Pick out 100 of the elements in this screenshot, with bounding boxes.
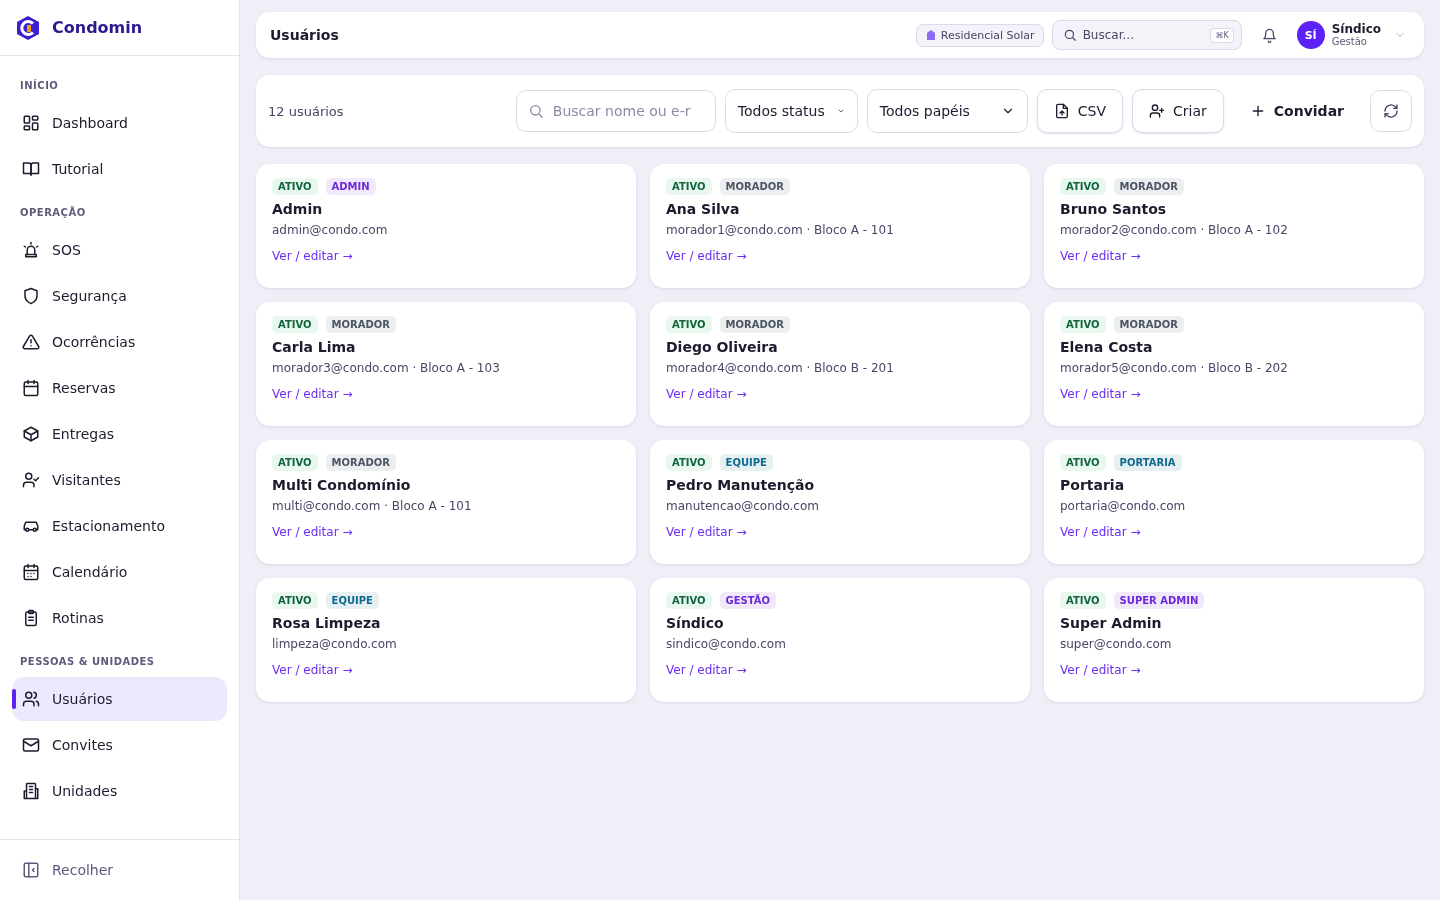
sidebar-item[interactable]: Tutorial (12, 147, 227, 191)
edit-link[interactable]: Ver / editar → (666, 663, 747, 677)
user-name: Carla Lima (272, 339, 356, 355)
section-label: INÍCIO (19, 78, 60, 93)
edit-link[interactable]: Ver / editar → (272, 663, 353, 677)
edit-link[interactable]: Ver / editar → (272, 249, 353, 263)
status-tag: ATIVO (666, 454, 712, 471)
user-role: Gestão (1331, 36, 1368, 48)
role-tag: MORADOR (325, 316, 396, 333)
status-tag: ATIVO (666, 178, 712, 195)
edit-link[interactable]: Ver / editar → (272, 387, 353, 401)
role-dropdown[interactable]: Todos papéis (866, 89, 1028, 133)
user-name: Pedro Manutenção (666, 477, 814, 493)
role-tag: PORTARIA (1113, 454, 1182, 471)
user-email: multi@condo.com · Bloco A - 101 (272, 499, 472, 513)
edit-link[interactable]: Ver / editar → (272, 525, 353, 539)
user-name: Super Admin (1060, 615, 1162, 631)
role-tag: MORADOR (719, 316, 790, 333)
status-tag: ATIVO (272, 454, 318, 471)
status-tag: ATIVO (666, 316, 712, 333)
user-email: admin@condo.com (272, 223, 388, 237)
user-email: limpeza@condo.com (272, 637, 397, 651)
edit-link[interactable]: Ver / editar → (666, 525, 747, 539)
user-name: Bruno Santos (1060, 201, 1167, 217)
user-email: morador1@condo.com · Bloco A - 101 (666, 223, 894, 237)
sidebar-item[interactable]: Convites (12, 723, 227, 767)
status-tag: ATIVO (272, 592, 318, 609)
status-tag: ATIVO (272, 178, 318, 195)
create-button[interactable]: Criar (1132, 89, 1224, 133)
status-tag: ATIVO (1060, 592, 1106, 609)
logo-icon (16, 14, 40, 41)
sidebar-item[interactable]: Unidades (12, 769, 227, 813)
users-icon (22, 690, 40, 708)
sidebar-item[interactable]: Rotinas (12, 596, 227, 640)
sidebar-item[interactable]: SOS (12, 228, 227, 272)
role-tag: EQUIPE (325, 592, 379, 609)
brand-name: Condomin (52, 18, 143, 37)
search-field[interactable]: Buscar nome ou e-r (515, 90, 716, 132)
user-name: Ana Silva (666, 201, 740, 217)
edit-link[interactable]: Ver / editar → (1060, 663, 1141, 677)
user-name: Síndico (666, 615, 724, 631)
user-name: Admin (272, 201, 323, 217)
edit-link[interactable]: Ver / editar → (666, 249, 747, 263)
sidebar-item[interactable]: Visitantes (12, 458, 227, 502)
role-tag: MORADOR (325, 454, 396, 471)
sidebar-item[interactable]: Segurança (12, 274, 227, 318)
status-tag: ATIVO (1060, 316, 1106, 333)
role-tag: SUPER ADMIN (1113, 592, 1205, 609)
sidebar-item[interactable]: Estacionamento (12, 504, 227, 548)
book-icon (22, 160, 40, 178)
user-name: Portaria (1060, 477, 1125, 493)
user-name: Rosa Limpeza (272, 615, 381, 631)
edit-link[interactable]: Ver / editar → (1060, 387, 1141, 401)
role-tag: MORADOR (1113, 178, 1184, 195)
sidebar-item[interactable]: Reservas (12, 366, 227, 410)
csv-button[interactable]: CSV (1036, 89, 1124, 133)
sidebar-item[interactable]: Entregas (12, 412, 227, 456)
grid-icon (22, 114, 40, 132)
avatar[interactable]: SÍ (1296, 21, 1325, 49)
sidebar-item[interactable]: Usuários (12, 677, 227, 721)
user-name: Multi Condomínio (272, 477, 411, 493)
user-email: morador2@condo.com · Bloco A - 102 (1060, 223, 1288, 237)
refresh-button[interactable] (1370, 90, 1412, 132)
edit-link[interactable]: Ver / editar → (1060, 249, 1141, 263)
status-tag: ATIVO (666, 592, 712, 609)
search-icon (527, 103, 544, 119)
status-tag: ATIVO (1060, 454, 1106, 471)
siren-icon (22, 241, 40, 259)
user-name: Síndico (1331, 22, 1381, 37)
person-check-icon (22, 471, 40, 489)
calendar-icon (22, 563, 40, 581)
search-icon (1062, 28, 1077, 42)
warning-icon (22, 333, 40, 351)
sidebar-collapse-icon (22, 861, 40, 879)
section-label: PESSOAS & UNIDADES (19, 655, 156, 669)
section-label: OPERAÇÃO (19, 205, 87, 220)
user-email: sindico@condo.com (666, 637, 786, 651)
user-email: portaria@condo.com (1060, 499, 1186, 513)
refresh-icon (1383, 103, 1399, 119)
sidebar-item[interactable]: Dashboard (12, 101, 227, 145)
edit-link[interactable]: Ver / editar → (666, 387, 747, 401)
user-email: morador3@condo.com · Bloco A - 103 (272, 361, 500, 375)
edit-link[interactable]: Ver / editar → (1060, 525, 1141, 539)
user-email: manutencao@condo.com (666, 499, 819, 513)
status-dropdown[interactable]: Todos status (724, 89, 858, 133)
collapse-button[interactable]: Recolher (22, 861, 114, 879)
building-icon (924, 29, 937, 41)
condo-selector[interactable]: Residencial Solar (915, 23, 1044, 47)
building-icon (22, 782, 40, 800)
user-name: Diego Oliveira (666, 339, 778, 355)
box-icon (22, 425, 40, 443)
role-tag: MORADOR (719, 178, 790, 195)
user-email: morador5@condo.com · Bloco B - 202 (1060, 361, 1288, 375)
user-count: 12 usuários (268, 103, 345, 119)
role-tag: ADMIN (325, 178, 376, 195)
role-tag: GESTÃO (719, 592, 777, 609)
user-email: super@condo.com (1060, 637, 1172, 651)
mail-icon (22, 736, 40, 754)
sidebar-item[interactable]: Calendário (12, 550, 227, 594)
sidebar-item[interactable]: Ocorrências (12, 320, 227, 364)
